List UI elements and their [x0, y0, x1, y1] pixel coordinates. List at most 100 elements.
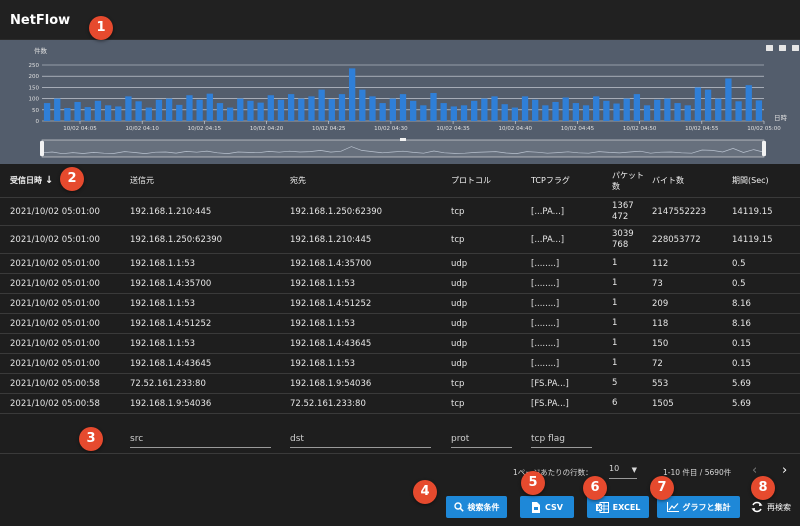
cell-time: 2021/10/02 05:01:00: [10, 278, 100, 289]
cell-src: 192.168.1.210:445: [130, 206, 212, 217]
cell-dur: 0.5: [732, 278, 746, 289]
bar: [399, 94, 407, 121]
cell-prot: udp: [451, 318, 468, 329]
table-row[interactable]: 2021/10/02 05:01:00 192.168.1.4:35700 192.…: [0, 274, 800, 294]
column-header-label: バイト数: [652, 176, 684, 185]
prot-filter-input[interactable]: [451, 430, 512, 444]
bar: [684, 105, 691, 121]
cell-time: 2021/10/02 05:00:58: [10, 378, 100, 389]
rows-per-page-select[interactable]: 10 ▼: [609, 464, 637, 479]
bar: [84, 107, 91, 121]
cell-dst: 192.168.1.4:35700: [290, 258, 372, 269]
column-header-dst[interactable]: 宛先: [290, 164, 448, 197]
bar: [542, 105, 549, 121]
search-icon: [453, 502, 464, 512]
cell-prot: udp: [451, 298, 468, 309]
traffic-bar-chart: 件数 0 50 100 150 200 250 10/02 04:05 10/02 04:10 1…: [29, 45, 799, 158]
cell-prot: tcp: [451, 206, 465, 217]
cell-dst: 192.168.1.9:54036: [290, 378, 372, 389]
column-header-prot[interactable]: プロトコル: [451, 164, 529, 197]
bar: [725, 78, 732, 121]
search-conditions-button[interactable]: 検索条件: [446, 496, 507, 518]
cell-src: 192.168.1.4:43645: [130, 358, 212, 369]
table-row[interactable]: 2021/10/02 05:01:00 192.168.1.1:53 192.168…: [0, 294, 800, 314]
bar: [125, 96, 132, 121]
table-row[interactable]: 2021/10/02 05:00:58 72.52.161.233:80 192.1…: [0, 374, 800, 394]
bar: [613, 103, 620, 121]
bar: [74, 101, 81, 121]
bar: [410, 100, 417, 121]
y-tick-label: 100: [29, 97, 40, 103]
y-tick-label: 150: [29, 85, 40, 91]
y-axis-title: 件数: [34, 46, 48, 55]
bar: [64, 108, 71, 121]
x-tick-label: 10/02 04:40: [499, 126, 533, 132]
cell-dur: 0.15: [732, 338, 751, 349]
annotation-marker-4: 4: [413, 480, 437, 504]
table-row[interactable]: 2021/10/02 05:01:00 192.168.1.1:53 192.168…: [0, 334, 800, 354]
bar: [481, 98, 488, 121]
annotation-marker-1: 1: [89, 16, 113, 40]
cell-pkts: 1: [612, 298, 618, 308]
zoom-handle-right[interactable]: [762, 141, 766, 156]
bar: [318, 89, 325, 121]
bar: [308, 96, 315, 121]
cell-dur: 8.16: [732, 318, 751, 329]
cell-pkts: 3039 768: [612, 228, 634, 250]
cell-src: 192.168.1.1:53: [130, 338, 196, 349]
bar: [338, 94, 346, 121]
table-row[interactable]: 2021/10/02 05:01:00 192.168.1.4:43645 192.…: [0, 354, 800, 374]
line-chart-icon: [666, 502, 679, 512]
bar: [735, 101, 742, 121]
column-header-dur[interactable]: 期間(Sec): [732, 164, 798, 197]
column-header-flag[interactable]: TCPフラグ: [531, 164, 609, 197]
column-header-label: パケット数: [612, 170, 644, 191]
flag-filter-input[interactable]: [531, 430, 592, 444]
csv-export-button[interactable]: CSV: [520, 496, 574, 518]
table-row[interactable]: 2021/10/02 05:01:00 192.168.1.4:51252 192.…: [0, 314, 800, 334]
bar: [654, 99, 661, 121]
reload-search-button[interactable]: 再検索: [746, 496, 796, 518]
column-header-src[interactable]: 送信元: [130, 164, 288, 197]
bar: [582, 105, 590, 121]
bar: [247, 100, 254, 121]
cell-prot: tcp: [451, 378, 465, 389]
src-filter-input[interactable]: [130, 430, 271, 444]
cell-time: 2021/10/02 05:01:00: [10, 298, 100, 309]
search-conditions-label: 検索条件: [467, 502, 500, 512]
column-header-label: プロトコル: [451, 176, 491, 185]
cell-bytes: 112: [652, 258, 669, 269]
bar: [267, 95, 274, 121]
annotation-marker-7: 7: [650, 476, 674, 500]
bar: [104, 105, 112, 121]
table-row[interactable]: 2021/10/02 05:01:00 192.168.1.250:62390 19…: [0, 226, 800, 254]
zoom-handle-left[interactable]: [40, 141, 44, 156]
bar: [155, 99, 163, 121]
dst-filter: [290, 426, 431, 448]
bar: [572, 103, 580, 121]
y-tick-label: 50: [32, 108, 39, 114]
graph-summary-button[interactable]: グラフと集計: [657, 496, 740, 518]
cell-time: 2021/10/02 05:01:00: [10, 358, 100, 369]
next-page-icon[interactable]: ›: [782, 463, 787, 478]
bar: [135, 101, 142, 121]
dst-filter-input[interactable]: [290, 430, 431, 444]
column-header-bytes[interactable]: バイト数: [652, 164, 730, 197]
filter-row: [0, 410, 800, 454]
table-row[interactable]: 2021/10/02 05:01:00 192.168.1.1:53 192.168…: [0, 254, 800, 274]
column-header-pkts[interactable]: パケット数: [612, 164, 650, 197]
zoom-move-handle[interactable]: [400, 138, 406, 141]
table-row[interactable]: 2021/10/02 05:01:00 192.168.1.210:445 192.…: [0, 198, 800, 226]
bar: [420, 105, 427, 121]
bar: [176, 104, 183, 121]
bar: [674, 103, 681, 121]
sort-descending-icon[interactable]: ↓: [45, 175, 53, 186]
cell-dst: 192.168.1.4:43645: [290, 338, 372, 349]
bar: [501, 104, 508, 121]
bar: [562, 97, 569, 121]
bar: [359, 89, 366, 121]
prev-page-icon[interactable]: ‹: [752, 463, 757, 478]
x-tick-label: 10/02 04:10: [125, 126, 159, 132]
cell-dst: 192.168.1.210:445: [290, 234, 372, 245]
bar: [440, 103, 447, 121]
